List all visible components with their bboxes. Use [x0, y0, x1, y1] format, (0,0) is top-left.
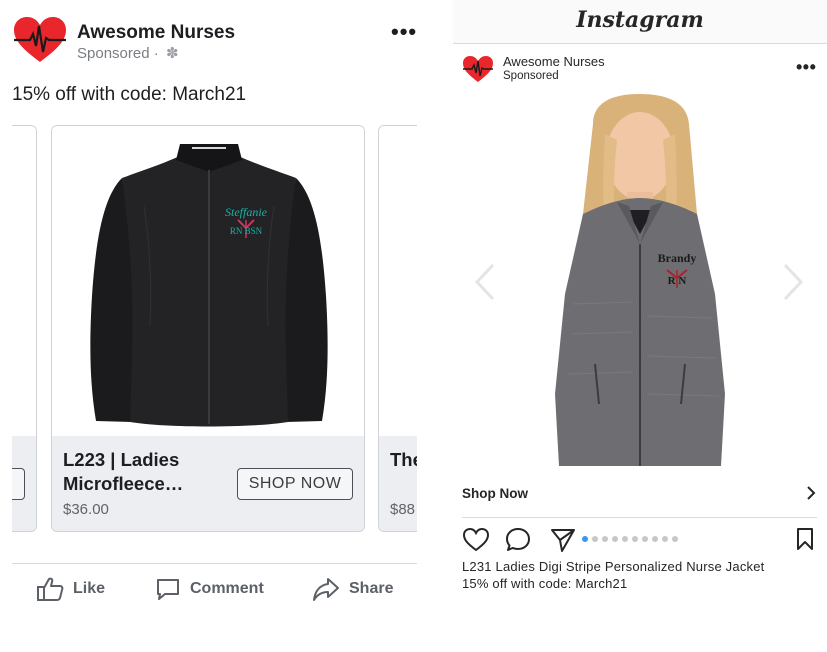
heart-ecg-logo[interactable] [12, 16, 68, 64]
product-image [379, 126, 417, 436]
facebook-ad-post: Awesome Nurses Sponsored · ✽ ••• 15% off… [0, 0, 430, 652]
like-label: Like [73, 580, 106, 597]
carousel-dot [672, 536, 678, 542]
share-label: Share [349, 580, 394, 597]
carousel-dot-active [582, 536, 588, 542]
instagram-logo[interactable]: Instagram [453, 7, 827, 33]
embroidery-name: Steffanie [225, 205, 268, 219]
product-image [12, 126, 36, 436]
carousel-dot [642, 536, 648, 542]
comment-bubble-icon [157, 579, 179, 600]
carousel-dot [612, 536, 618, 542]
post-caption-line-1: L231 Ladies Digi Stripe Personalized Nur… [462, 559, 765, 574]
heart-ecg-avatar[interactable] [462, 55, 494, 83]
instagram-header: Instagram [453, 0, 827, 44]
carousel-dot [632, 536, 638, 542]
account-name[interactable]: Awesome Nurses [503, 54, 605, 69]
divider [462, 517, 817, 518]
post-caption: 15% off with code: March21 [12, 84, 247, 105]
more-options-icon[interactable]: ••• [391, 21, 417, 43]
heart-like-icon[interactable] [462, 527, 490, 553]
bookmark-icon[interactable] [795, 527, 815, 551]
page-name[interactable]: Awesome Nurses [77, 22, 235, 44]
black-fleece-jacket-image: Steffanie RN BSN [90, 144, 328, 427]
thumbs-up-icon [37, 577, 64, 601]
share-button[interactable]: Share [312, 574, 393, 604]
embroidery-credentials: R N [668, 275, 687, 287]
sponsored-label: Sponsored [503, 70, 559, 82]
carousel-dot [652, 536, 658, 542]
sponsored-label: Sponsored · [77, 45, 159, 62]
carousel-card-l223[interactable]: Steffanie RN BSN L223 | Ladies Microflee… [51, 125, 365, 532]
embroidery-name: Brandy [658, 251, 697, 265]
carousel-dot [602, 536, 608, 542]
comment-icon[interactable] [505, 527, 531, 553]
product-photo[interactable]: Brandy R N [453, 94, 827, 466]
shop-now-button[interactable] [12, 468, 25, 500]
card-info [12, 436, 36, 531]
chevron-right-icon[interactable] [805, 486, 817, 500]
product-carousel[interactable]: Steffanie RN BSN L223 | Ladies Microflee… [12, 125, 417, 533]
carousel-dot [622, 536, 628, 542]
carousel-dot [592, 536, 598, 542]
chevron-right-icon[interactable] [781, 263, 805, 301]
comment-label: Comment [190, 580, 264, 597]
send-direct-icon[interactable] [550, 527, 576, 553]
post-caption-line-2: 15% off with code: March21 [462, 576, 628, 591]
carousel-card-previous[interactable] [12, 125, 37, 532]
product-price: $36.00 [63, 501, 109, 518]
comment-button[interactable]: Comment [155, 574, 264, 604]
embroidery-credentials: RN BSN [230, 226, 263, 236]
shop-now-button[interactable]: SHOP NOW [237, 468, 353, 500]
card-info: The… Adu… $88… [379, 436, 417, 531]
product-image: Steffanie RN BSN [52, 126, 364, 436]
carousel-card-next[interactable]: The… Adu… $88… [378, 125, 417, 532]
privacy-gear-icon: ✽ [166, 45, 179, 62]
product-price: $88… [390, 501, 417, 518]
woman-gray-jacket-image: Brandy R N [555, 94, 725, 466]
card-info: L223 | Ladies Microfleece… $36.00 SHOP N… [52, 436, 364, 531]
more-options-icon[interactable]: ••• [796, 58, 816, 76]
like-button[interactable]: Like [36, 574, 105, 604]
instagram-ad-post: Instagram Awesome Nurses Sponsored ••• B… [453, 0, 827, 652]
chevron-left-icon[interactable] [473, 263, 497, 301]
carousel-indicator [582, 536, 678, 542]
product-title[interactable]: L223 | Ladies Microfleece… [63, 448, 243, 496]
product-title[interactable]: The… Adu… [390, 448, 417, 472]
divider [12, 563, 417, 564]
share-arrow-icon [313, 578, 339, 601]
carousel-dot [662, 536, 668, 542]
shop-now-link[interactable]: Shop Now [462, 486, 528, 501]
